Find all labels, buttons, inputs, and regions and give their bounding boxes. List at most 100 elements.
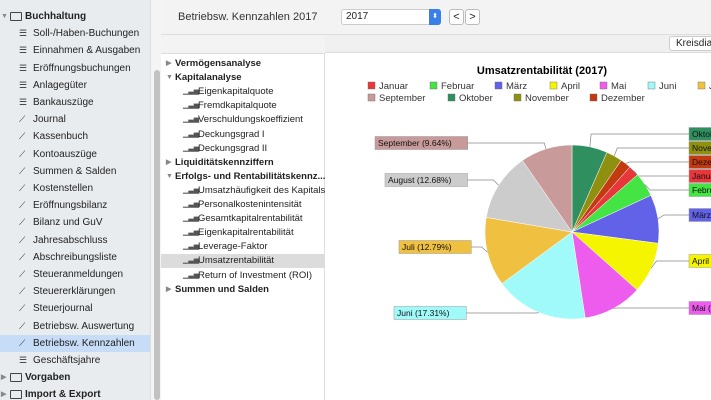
disclosure-down-icon[interactable]: ▼ [166, 170, 173, 184]
chart-toolbar: Kreisdiagramm [325, 35, 711, 53]
tree-item[interactable]: ▁▃▅ Gesamtkapitalrentabilität [161, 212, 325, 226]
sidebar-item[interactable]: ⟋ Kontoauszüge [0, 146, 150, 163]
tree-item-label: Eigenkapitalrentabilität [198, 227, 294, 239]
list-icon: ☰ [19, 79, 28, 90]
chart-line-icon: ⟋ [19, 337, 26, 348]
sidebar-item[interactable]: ⟋ Bilanz und GuV [0, 214, 150, 231]
disclosure-right-icon[interactable]: ▶ [166, 283, 171, 297]
tree-item-label: Deckungsgrad II [198, 142, 268, 154]
data-label: August (12.68%) [388, 175, 451, 185]
sidebar-item[interactable]: ⟋ Journal [0, 111, 150, 128]
prev-year-button[interactable]: < [449, 9, 464, 25]
tree-item[interactable]: ▁▃▅ Eigenkapitalquote [161, 85, 325, 99]
chart-type-select[interactable]: Kreisdiagramm [669, 36, 711, 51]
tree-item[interactable]: ▁▃▅ Verschuldungskoeffizient [161, 113, 325, 127]
year-select[interactable]: 2017 ⬍ [341, 9, 441, 25]
list-icon: ☰ [19, 97, 28, 107]
chart-line-icon: ⟋ [19, 183, 26, 193]
sidebar-item[interactable]: ⟋ Kassenbuch [0, 128, 150, 145]
sidebar-item[interactable]: ⟋ Steuerjournal [0, 300, 150, 317]
chart-title: Umsatzrentabilität (2017) [477, 65, 608, 77]
list-icon: ☰ [19, 62, 28, 73]
sidebar-item-label: Betriebsw. Kennzahlen [33, 337, 135, 349]
sidebar-item[interactable]: ☰ Einnahmen & Ausgaben [0, 42, 150, 59]
disclosure-right-icon[interactable]: ▶ [1, 369, 6, 386]
sidebar-item[interactable]: ⟋ Summen & Salden [0, 163, 150, 180]
sidebar-item[interactable]: ⟋ Betriebsw. Auswertung [0, 318, 150, 335]
sidebar-group[interactable]: ▼ Buchhaltung [0, 8, 150, 25]
tree-item[interactable]: ▁▃▅ Umsatzhäufigkeit des Kapitals [161, 184, 325, 198]
tree-item[interactable]: ▁▃▅ Personalkostenintensität [161, 198, 325, 212]
disclosure-right-icon[interactable]: ▶ [1, 386, 6, 400]
label-connector [466, 312, 539, 314]
sidebar-item[interactable]: ☰ Bankauszüge [0, 94, 150, 111]
chart-line-icon: ⟋ [19, 320, 26, 331]
list-icon: ☰ [19, 28, 28, 39]
page-title: Betriebsw. Kennzahlen 2017 [178, 11, 318, 23]
tree-group[interactable]: ▶ Summen und Salden [161, 283, 325, 297]
sidebar-item[interactable]: ⟋ Jahresabschluss [0, 232, 150, 249]
year-value: 2017 [346, 11, 369, 22]
label-connector [650, 260, 689, 269]
chart-line-icon: ⟋ [19, 114, 26, 125]
legend-label: Februar [441, 81, 474, 92]
sidebar-item[interactable]: ☰ Soll-/Haben-Buchungen [0, 25, 150, 42]
data-label: Januar (2.00%) [692, 171, 711, 181]
sidebar-item[interactable]: ⟋ Steuererklärungen [0, 283, 150, 300]
bar-chart-icon: ▁▃▅ [183, 201, 200, 208]
tree-group[interactable]: ▶ Vermögensanalyse [161, 57, 325, 71]
sidebar-item[interactable]: ☰ Anlagegüter [0, 77, 150, 94]
sidebar-item-label: Einnahmen & Ausgaben [33, 45, 141, 57]
disclosure-right-icon[interactable]: ▶ [166, 57, 171, 71]
sidebar-item-label: Summen & Salden [33, 165, 117, 177]
tree-group-label: Summen und Salden [175, 283, 269, 295]
sidebar-group[interactable]: ▶ Import & Export [0, 386, 150, 400]
disclosure-down-icon[interactable]: ▼ [166, 71, 173, 85]
tree-item-label: Return of Investment (ROI) [198, 269, 313, 281]
sidebar-item[interactable]: ☰ Geschäftsjahre [0, 352, 150, 369]
tree-item-label: Umsatzhäufigkeit des Kapitals [198, 184, 325, 196]
tree-item[interactable]: ▁▃▅ Deckungsgrad I [161, 128, 325, 142]
sidebar-item[interactable]: ⟋ Steueranmeldungen [0, 266, 150, 283]
scrollbar-thumb[interactable] [154, 70, 160, 400]
sidebar-item[interactable]: ⟋ Eröffnungsbilanz [0, 197, 150, 214]
tree-item[interactable]: ▁▃▅ Leverage-Faktor [161, 240, 325, 254]
disclosure-down-icon[interactable]: ▼ [1, 8, 8, 25]
legend-swatch [447, 93, 456, 102]
legend-swatch [549, 81, 558, 90]
tree-item[interactable]: ▁▃▅ Eigenkapitalrentabilität [161, 226, 325, 240]
sidebar-item[interactable]: ⟋ Abschreibungsliste [0, 249, 150, 266]
tree-group[interactable]: ▼ Erfolgs- und Rentabilitätskennz... [161, 170, 325, 184]
tree-item[interactable]: ▁▃▅ Fremdkapitalquote [161, 99, 325, 113]
sidebar-group-label: Vorgaben [25, 372, 71, 384]
sidebar-item[interactable]: ⟋ Betriebsw. Kennzahlen [0, 334, 150, 352]
tree-item-label: Eigenkapitalquote [198, 86, 274, 98]
tree-item[interactable]: ▁▃▅ Umsatzrentabilität [161, 254, 325, 269]
chart-line-icon: ⟋ [19, 303, 26, 314]
tree-item[interactable]: ▁▃▅ Return of Investment (ROI) [161, 269, 325, 283]
tree-group[interactable]: ▶ Liquiditätskennziffern [161, 156, 325, 170]
label-connector [657, 214, 689, 220]
sidebar-scrollbar[interactable] [150, 0, 161, 400]
sidebar-item[interactable]: ☰ Eröffnungsbuchungen [0, 60, 150, 77]
bar-chart-icon: ▁▃▅ [183, 271, 200, 279]
bar-chart-icon: ▁▃▅ [183, 215, 200, 223]
data-label: Juli (12.79%) [402, 242, 452, 252]
next-year-button[interactable]: > [465, 9, 480, 25]
tree-group-label: Vermögensanalyse [175, 58, 262, 69]
sidebar-item[interactable]: ⟋ Kostenstellen [0, 180, 150, 197]
disclosure-right-icon[interactable]: ▶ [166, 156, 171, 170]
legend-swatch [599, 81, 608, 90]
chevron-updown-icon: ⬍ [429, 9, 441, 25]
sidebar-item-label: Jahresabschluss [33, 234, 108, 246]
tree-item[interactable]: ▁▃▅ Deckungsgrad II [161, 142, 325, 156]
legend-label: März [506, 81, 527, 92]
legend-swatch [367, 93, 376, 102]
legend-label: September [379, 93, 425, 104]
toolbar: Betriebsw. Kennzahlen 2017 2017 ⬍ < > [161, 0, 711, 35]
pie-chart: Umsatzrentabilität (2017) Januar Februar Mä… [367, 65, 711, 320]
bar-chart-icon: ▁▃▅ [183, 88, 200, 96]
tree-group-label: Erfolgs- und Rentabilitätskennz... [175, 170, 325, 182]
tree-group[interactable]: ▼ Kapitalanalyse [161, 71, 325, 85]
sidebar-group[interactable]: ▶ Vorgaben [0, 369, 150, 386]
